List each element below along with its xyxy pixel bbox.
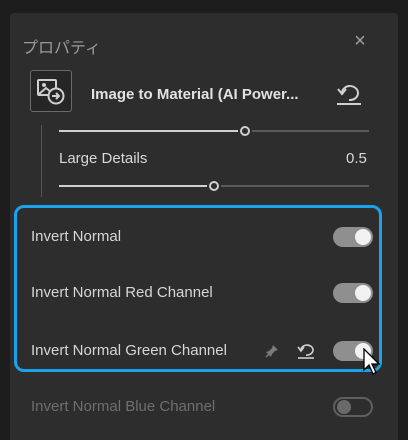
invert-normal-toggle[interactable] [333, 227, 373, 247]
close-button[interactable]: × [350, 31, 370, 51]
invert-normal-blue-row: Invert Normal Blue Channel [31, 395, 376, 419]
invert-normal-green-row: Invert Normal Green Channel [31, 339, 376, 363]
slider-thumb[interactable] [209, 181, 219, 191]
large-details-label: Large Details [59, 150, 148, 167]
invert-normal-blue-toggle[interactable] [333, 397, 373, 417]
image-to-material-icon [37, 79, 65, 105]
mouse-cursor-icon [363, 348, 381, 375]
invert-normal-label: Invert Normal [31, 228, 122, 245]
material-title: Image to Material (AI Power... [91, 86, 299, 103]
reset-icon[interactable] [296, 342, 316, 360]
panel-title: プロパティ [22, 40, 102, 57]
invert-normal-red-row: Invert Normal Red Channel [31, 281, 376, 305]
material-header: Image to Material (AI Power... [30, 70, 370, 120]
material-thumbnail[interactable] [30, 70, 72, 112]
pin-icon[interactable] [264, 343, 280, 359]
invert-normal-blue-label: Invert Normal Blue Channel [31, 398, 216, 415]
invert-normal-row: Invert Normal [31, 225, 376, 249]
large-details-value[interactable]: 0.5 [346, 150, 367, 167]
invert-normal-green-label: Invert Normal Green Channel [31, 342, 227, 359]
slider-thumb[interactable] [240, 126, 250, 136]
invert-normal-red-toggle[interactable] [333, 283, 373, 303]
reset-icon[interactable] [335, 83, 363, 107]
invert-normal-red-label: Invert Normal Red Channel [31, 284, 213, 301]
group-divider-line [41, 125, 42, 197]
